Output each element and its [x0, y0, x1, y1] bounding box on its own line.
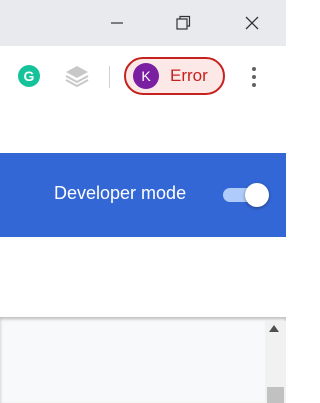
profile-error-button[interactable]: K Error [124, 57, 225, 95]
window-titlebar [0, 0, 286, 46]
close-button[interactable] [229, 0, 275, 46]
close-icon [245, 16, 259, 30]
kebab-menu-icon[interactable] [244, 63, 264, 91]
profile-error-label: Error [170, 66, 208, 85]
avatar: K [133, 63, 159, 89]
toggle-knob [245, 183, 269, 207]
restore-button[interactable] [160, 0, 206, 46]
layers-extension-button[interactable] [62, 61, 92, 91]
scroll-thumb[interactable] [267, 387, 284, 403]
restore-icon [176, 15, 191, 30]
extensions-header-banner: Developer mode [0, 153, 286, 237]
scroll-up-arrow-icon[interactable] [269, 325, 279, 332]
content-area [0, 237, 286, 317]
grammarly-icon: G [18, 65, 40, 87]
browser-toolbar: G K Error [0, 46, 286, 106]
minimize-button[interactable] [94, 0, 140, 46]
developer-mode-toggle[interactable] [223, 183, 269, 207]
minimize-icon [111, 22, 123, 24]
vertical-scrollbar[interactable] [265, 321, 286, 403]
grammarly-extension-button[interactable]: G [14, 61, 44, 91]
toolbar-separator [109, 66, 110, 88]
developer-mode-label: Developer mode [54, 183, 187, 203]
layers-icon [65, 66, 89, 88]
extensions-list-panel [0, 317, 286, 403]
